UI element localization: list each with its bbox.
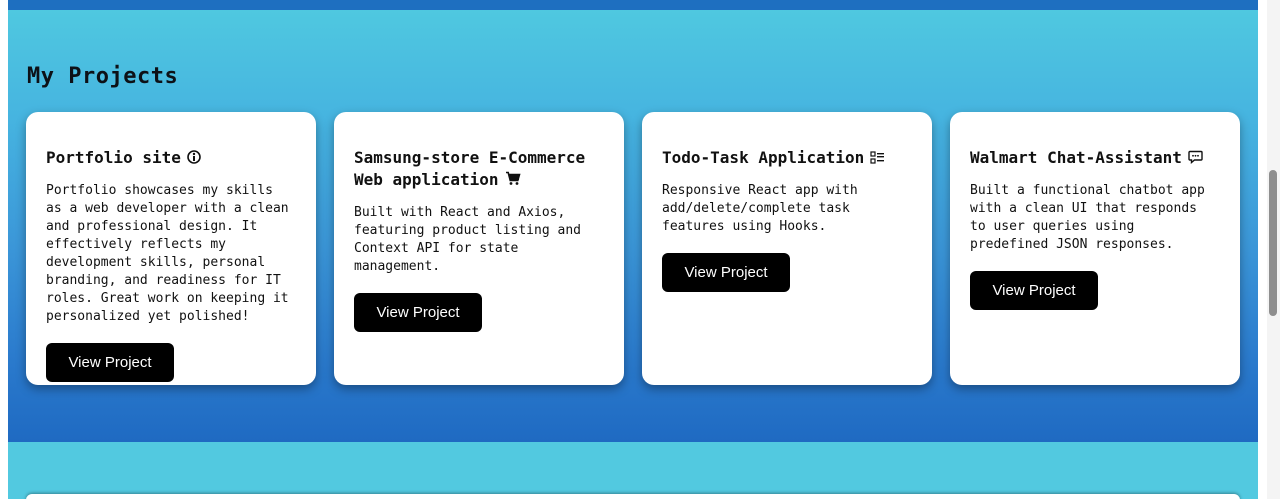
- project-title: Todo-Task Application: [662, 147, 912, 170]
- project-title-text: Todo-Task Application: [662, 148, 865, 167]
- project-title: Samsung-store E-Commerce Web application: [354, 147, 604, 192]
- next-section: [8, 442, 1258, 499]
- checklist-icon: [870, 148, 885, 170]
- scrollbar-thumb[interactable]: [1269, 170, 1277, 316]
- project-description: Portfolio showcases my skills as a web d…: [46, 182, 289, 324]
- project-card-walmart-chat: Walmart Chat-Assistant Built a functiona…: [950, 112, 1240, 385]
- project-description: Built a functional chatbot app with a cl…: [970, 182, 1205, 252]
- chat-bubble-icon: [1188, 148, 1203, 170]
- project-card-todo-task: Todo-Task Application Responsive React a…: [642, 112, 932, 385]
- info-circle-icon: [187, 148, 201, 170]
- page: My Projects Portfolio site Portfolio sho…: [0, 0, 1280, 499]
- top-bar: [8, 0, 1258, 10]
- view-project-button[interactable]: View Project: [46, 342, 174, 382]
- project-title: Portfolio site: [46, 147, 296, 170]
- project-title-text: Samsung-store E-Commerce Web application: [354, 148, 586, 189]
- view-project-button[interactable]: View Project: [354, 292, 482, 332]
- project-card-portfolio: Portfolio site Portfolio showcases my sk…: [26, 112, 316, 385]
- project-card-samsung-store: Samsung-store E-Commerce Web application…: [334, 112, 624, 385]
- next-section-card: [26, 494, 1240, 499]
- project-title-text: Walmart Chat-Assistant: [970, 148, 1182, 167]
- project-title-text: Portfolio site: [46, 148, 181, 167]
- project-description: Built with React and Axios, featuring pr…: [354, 204, 581, 274]
- project-description: Responsive React app with add/delete/com…: [662, 182, 858, 234]
- section-title: My Projects: [27, 64, 179, 89]
- view-project-button[interactable]: View Project: [970, 270, 1098, 310]
- shopping-cart-icon: [505, 170, 521, 192]
- project-title: Walmart Chat-Assistant: [970, 147, 1220, 170]
- view-project-button[interactable]: View Project: [662, 252, 790, 292]
